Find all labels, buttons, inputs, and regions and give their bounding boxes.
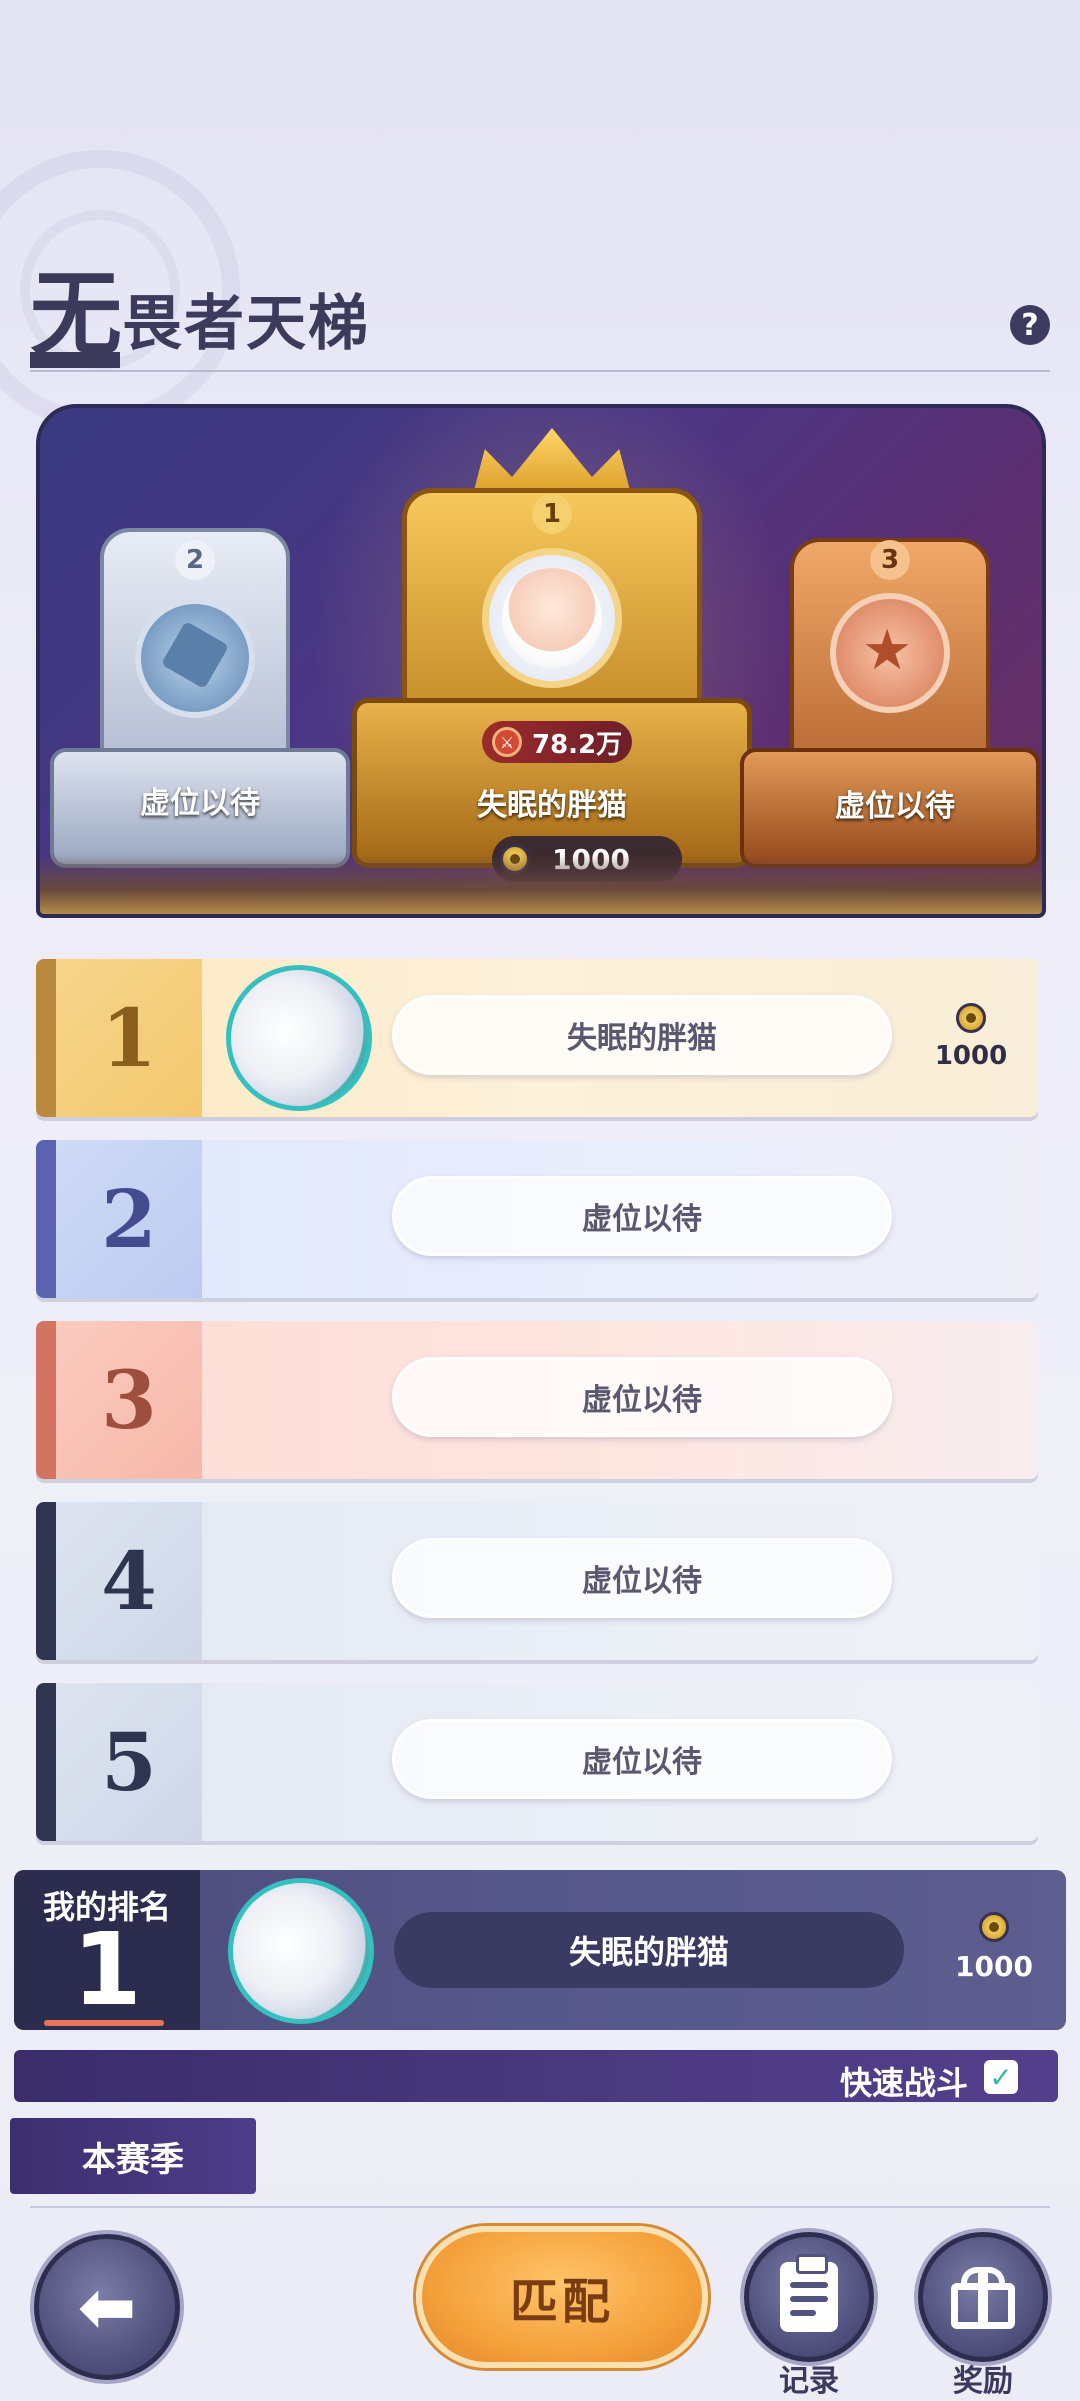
rank-underline	[44, 2020, 164, 2026]
ranking-row-2[interactable]: 2 虚位以待	[36, 1140, 1038, 1298]
my-coin-value: 1000	[955, 1950, 1033, 1983]
back-button[interactable]: ⬅	[34, 2234, 180, 2380]
silver-throne-label: 虚位以待	[140, 786, 260, 821]
quick-battle-bar: 快速战斗 ✓	[14, 2050, 1058, 2102]
power-badge: ⚔ 78.2万	[482, 721, 632, 763]
match-button[interactable]: 匹配	[416, 2226, 708, 2368]
power-value: 78.2万	[532, 729, 623, 760]
player-avatar[interactable]	[502, 568, 602, 668]
ranking-row-3[interactable]: 3 虚位以待	[36, 1321, 1038, 1479]
my-avatar[interactable]	[228, 1878, 374, 2024]
my-rank-number: 1	[72, 1911, 142, 2028]
ranking-row-1[interactable]: 1 失眠的胖猫 1000	[36, 959, 1038, 1117]
bronze-throne-label: 虚位以待	[835, 789, 955, 824]
quick-battle-checkbox[interactable]: ✓	[984, 2060, 1018, 2094]
ranking-row-4[interactable]: 4 虚位以待	[36, 1502, 1038, 1660]
gold-throne-player-name: 失眠的胖猫	[477, 788, 627, 823]
rank-number: 3	[56, 1321, 202, 1479]
ranking-row-5[interactable]: 5 虚位以待	[36, 1683, 1038, 1841]
coin-icon	[979, 1912, 1009, 1942]
page-title: 无 畏者天梯	[30, 250, 370, 360]
rank-number: 1	[56, 959, 202, 1117]
player-name: 失眠的胖猫	[392, 995, 892, 1075]
player-name: 虚位以待	[392, 1719, 892, 1799]
podium-banner: 2 虚位以待 1 ⚔ 78.2万 失眠的胖猫 1000 ★ 3 虚位以待	[36, 404, 1046, 918]
page-title-rest: 畏者天梯	[122, 289, 371, 359]
rank-number: 4	[56, 1502, 202, 1660]
star-icon: ★	[862, 618, 913, 683]
my-player-name: 失眠的胖猫	[394, 1912, 904, 1988]
title-divider	[30, 370, 1050, 372]
reward-button-label[interactable]: 奖励	[918, 2356, 1048, 2400]
coin-icon	[956, 1003, 986, 1033]
rank-3-badge: 3	[870, 540, 910, 580]
gold-throne[interactable]: 1 ⚔ 78.2万 失眠的胖猫 1000	[352, 428, 752, 914]
quick-battle-label[interactable]: 快速战斗	[840, 2058, 968, 2104]
title-accent-bar	[30, 352, 120, 368]
rank-2-badge: 2	[175, 540, 215, 580]
coin-reward: 1000	[916, 1003, 1026, 1071]
gift-icon	[951, 2265, 1015, 2329]
player-avatar[interactable]	[226, 965, 372, 1111]
back-arrow-icon: ⬅	[77, 2266, 137, 2348]
record-button-label[interactable]: 记录	[744, 2356, 874, 2400]
player-name: 虚位以待	[392, 1357, 892, 1437]
sword-icon: ⚔	[492, 727, 522, 757]
clipboard-icon	[780, 2254, 838, 2332]
player-name: 虚位以待	[392, 1538, 892, 1618]
tab-current-season[interactable]: 本赛季	[10, 2118, 256, 2194]
rank-1-badge: 1	[532, 494, 572, 534]
rank-number: 2	[56, 1140, 202, 1298]
reward-button[interactable]	[918, 2232, 1048, 2362]
banner-ground	[40, 854, 1042, 914]
my-rank-bar[interactable]: 我的排名 1 失眠的胖猫 1000	[14, 1870, 1066, 2030]
question-icon[interactable]: ?	[1010, 305, 1050, 345]
my-coin-reward: 1000	[934, 1912, 1054, 1983]
bottom-divider	[30, 2206, 1050, 2208]
page-title-first-char: 无	[30, 260, 123, 368]
record-button[interactable]	[744, 2232, 874, 2362]
player-name: 虚位以待	[392, 1176, 892, 1256]
rank-number: 5	[56, 1683, 202, 1841]
coin-value: 1000	[934, 1041, 1008, 1071]
